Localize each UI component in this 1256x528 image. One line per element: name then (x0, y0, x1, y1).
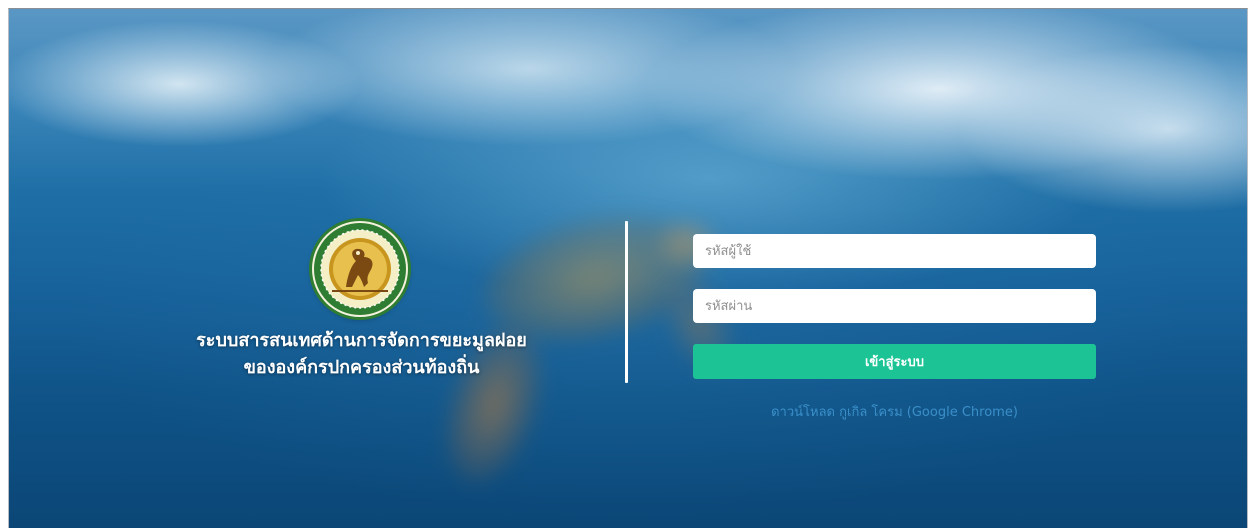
vertical-divider (625, 221, 628, 383)
system-title-line-2: ขององค์กรปกครองส่วนท้องถิ่น (243, 357, 480, 378)
system-title: ระบบสารสนเทศด้านการจัดการขยะมูลฝอย ขององ… (129, 327, 594, 381)
department-seal-logo-icon (312, 221, 408, 317)
system-title-line-1: ระบบสารสนเทศด้านการจัดการขยะมูลฝอย (196, 330, 527, 351)
login-button[interactable]: เข้าสู่ระบบ (693, 344, 1096, 379)
login-page: ระบบสารสนเทศด้านการจัดการขยะมูลฝอย ขององ… (8, 8, 1248, 528)
username-input[interactable] (693, 234, 1096, 268)
password-input[interactable] (693, 289, 1096, 323)
download-chrome-link[interactable]: ดาวน์โหลด กูเกิล โครม (Google Chrome) (693, 401, 1096, 422)
